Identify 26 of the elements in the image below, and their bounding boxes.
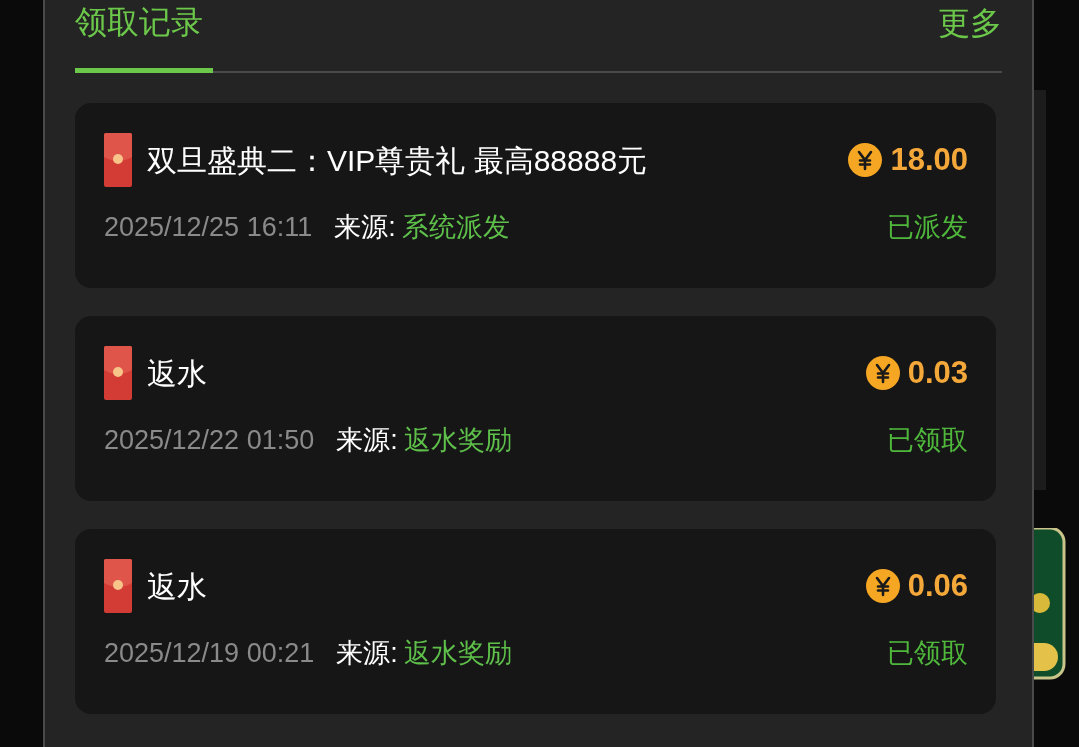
envelope-icon [104, 559, 132, 613]
record-time: 2025/12/22 01:50 [104, 424, 315, 457]
status-text: 已派发 [887, 211, 968, 244]
more-link[interactable]: 更多 [938, 0, 1002, 46]
yuan-coin-icon [865, 356, 900, 390]
yuan-coin-icon [865, 569, 900, 603]
amount-text: 0.06 [907, 566, 968, 605]
status-text: 已领取 [887, 637, 968, 670]
envelope-icon [104, 133, 132, 187]
envelope-icon [104, 346, 132, 400]
source-text: 返水奖励 [403, 637, 512, 670]
source-label: 来源: [336, 424, 398, 457]
source-text: 系统派发 [401, 211, 510, 244]
record-title: 返水 [147, 355, 207, 392]
status-text: 已领取 [887, 424, 968, 457]
record-time: 2025/12/19 00:21 [104, 637, 315, 670]
records-tab[interactable]: 领取记录 [75, 0, 213, 73]
yuan-coin-icon [848, 143, 883, 177]
source-text: 返水奖励 [403, 424, 512, 457]
source-label: 来源: [334, 211, 396, 244]
record-time: 2025/12/25 16:11 [104, 211, 313, 244]
amount-text: 18.00 [890, 140, 968, 179]
record-title: 返水 [147, 568, 207, 605]
source-label: 来源: [336, 637, 398, 670]
amount-text: 0.03 [907, 353, 968, 392]
record-title: 双旦盛典二：VIP尊贵礼 最高88888元 [147, 142, 648, 179]
